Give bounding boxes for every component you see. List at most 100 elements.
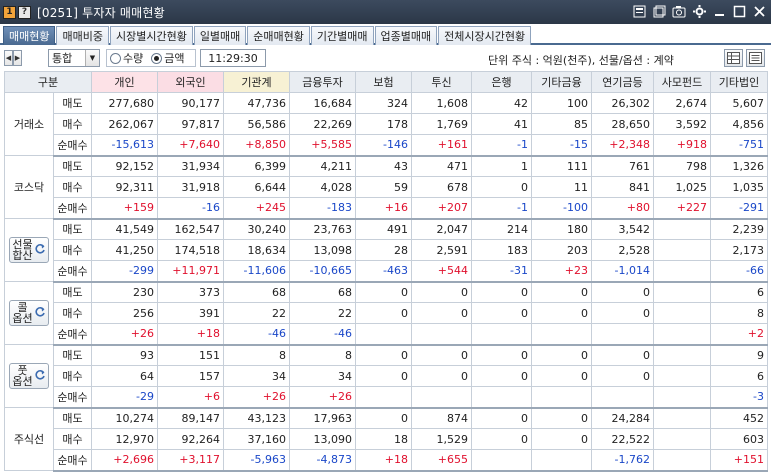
- tab-1[interactable]: 매매현황: [3, 26, 56, 45]
- toolbar: ◀ ▶ 통합 ▼ 수량 금액 11:29:30 단위 주식 : 억원(천주), …: [0, 45, 771, 71]
- market-label[interactable]: 선물 합산: [4, 218, 54, 282]
- market-button[interactable]: 풋 옵션: [9, 363, 49, 389]
- chevron-down-icon[interactable]: ▼: [85, 50, 99, 66]
- market-button[interactable]: 콜 옵션: [9, 300, 49, 326]
- cell-value: -1,014: [591, 260, 654, 283]
- refresh-icon[interactable]: [33, 306, 46, 320]
- time-input[interactable]: 11:29:30: [200, 49, 266, 67]
- column-header[interactable]: 기타법인: [710, 71, 768, 93]
- next-arrow-icon[interactable]: ▶: [13, 50, 22, 66]
- cell-value: 92,311: [91, 176, 158, 198]
- market-label[interactable]: 풋 옵션: [4, 344, 54, 408]
- market-select-value: 통합: [52, 52, 73, 65]
- row-label: 순매수: [53, 197, 92, 220]
- cell-value: 0: [471, 365, 532, 387]
- radio-amount-label[interactable]: 금액: [164, 50, 184, 66]
- cell-value: [653, 260, 711, 283]
- help-icon[interactable]: ?: [18, 5, 31, 19]
- cell-value: 0: [355, 281, 412, 303]
- cell-value: 93: [91, 344, 158, 366]
- cell-value: [653, 428, 711, 450]
- column-header[interactable]: 개인: [91, 71, 158, 93]
- radio-qty-label[interactable]: 수량: [123, 50, 143, 66]
- cell-value: +2,348: [591, 134, 654, 157]
- cell-value: 1,035: [710, 176, 768, 198]
- table-header: 구분 개인 외국인 기관계 금융투자 보험 투신 은행 기타금융 연기금등 사모펀드 기타법인: [4, 71, 768, 93]
- camera-icon[interactable]: [671, 3, 687, 19]
- cell-value: 0: [471, 281, 532, 303]
- market-label: 코스닥: [4, 155, 54, 219]
- cell-value: 230: [91, 281, 158, 303]
- tab-8[interactable]: 전체시장시간현황: [438, 26, 532, 45]
- tab-2[interactable]: 매매비중: [56, 26, 109, 45]
- market-label[interactable]: 콜 옵션: [4, 281, 54, 345]
- tab-6[interactable]: 기간별매매: [310, 26, 374, 45]
- column-header[interactable]: 사모펀드: [653, 71, 711, 93]
- column-header[interactable]: 연기금등: [591, 71, 654, 93]
- tab-5[interactable]: 순매매현황: [247, 26, 310, 45]
- unit-radio-group: 수량 금액: [106, 49, 196, 67]
- cell-value: +6: [157, 386, 224, 409]
- market-select[interactable]: 통합 ▼: [48, 49, 100, 67]
- row-label: 매수: [53, 176, 92, 198]
- gear-icon[interactable]: [691, 3, 707, 19]
- cell-value: +80: [591, 197, 654, 220]
- minimize-icon[interactable]: [711, 3, 727, 19]
- row-label: 매수: [53, 302, 92, 324]
- cell-value: 24,284: [591, 407, 654, 429]
- cell-value: 97,817: [157, 113, 224, 135]
- cell-value: 0: [355, 344, 412, 366]
- tab-7[interactable]: 업종별매매: [374, 26, 438, 45]
- cell-value: 874: [411, 407, 472, 429]
- cell-value: +207: [411, 197, 472, 220]
- cell-value: 0: [471, 428, 532, 450]
- column-header[interactable]: 금융투자: [289, 71, 356, 93]
- column-header[interactable]: 기관계: [223, 71, 290, 93]
- column-header[interactable]: 보험: [355, 71, 412, 93]
- market-button[interactable]: 선물 합산: [9, 237, 49, 263]
- column-header[interactable]: 은행: [471, 71, 532, 93]
- cell-value: 2,173: [710, 239, 768, 261]
- cell-value: +161: [411, 134, 472, 157]
- table-row: 순매수 +2,696 +3,117 -5,963 -4,873 +18 +655 -1,762…: [5, 449, 768, 472]
- cell-value: 0: [531, 344, 592, 366]
- table-row: 순매수 -299 +11,971 -11,606 -10,665 -463 +544 -31 +…: [5, 260, 768, 283]
- cell-value: 111: [531, 155, 592, 177]
- close-icon[interactable]: [751, 3, 767, 19]
- column-header[interactable]: 외국인: [157, 71, 224, 93]
- refresh-icon[interactable]: [33, 369, 46, 383]
- grid-view-icon[interactable]: [724, 49, 743, 67]
- list-view-icon[interactable]: [746, 49, 765, 67]
- cell-value: 89,147: [157, 407, 224, 429]
- cell-value: 4,211: [289, 155, 356, 177]
- cell-value: 10,274: [91, 407, 158, 429]
- maximize-icon[interactable]: [731, 3, 747, 19]
- cell-value: 8: [289, 344, 356, 366]
- cell-value: 0: [355, 407, 412, 429]
- prev-arrow-icon[interactable]: ◀: [4, 50, 13, 66]
- column-header[interactable]: 투신: [411, 71, 472, 93]
- badge-one-icon[interactable]: 1: [3, 5, 16, 19]
- cell-value: 841: [591, 176, 654, 198]
- row-label: 매수: [53, 365, 92, 387]
- window-b-icon[interactable]: [651, 3, 667, 19]
- cell-value: [591, 386, 654, 409]
- radio-amount[interactable]: [151, 52, 163, 64]
- cell-value: 0: [591, 365, 654, 387]
- table-row: 순매수 +159 -16 +245 -183 +16 +207 -1 -100 +80 +227 -2…: [5, 197, 768, 220]
- table-row: 매수 92,311 31,918 6,644 4,028 59 678 0 11 841 1,025…: [5, 176, 768, 198]
- cell-value: 1,326: [710, 155, 768, 177]
- tab-bar: 매매현황 매매비중 시장별시간현황 일별매매 순매매현황 기간별매매 업종별매매 전체시장시간…: [0, 24, 771, 45]
- tab-4[interactable]: 일별매매: [193, 26, 247, 45]
- table-row: 매수 12,970 92,264 37,160 13,090 18 1,529 0 0 22,52…: [5, 428, 768, 450]
- radio-qty[interactable]: [110, 52, 121, 64]
- cell-value: 2,239: [710, 218, 768, 240]
- cell-value: +2: [710, 323, 768, 346]
- cell-value: [653, 218, 711, 240]
- tab-3[interactable]: 시장별시간현황: [109, 26, 193, 45]
- refresh-icon[interactable]: [33, 243, 46, 257]
- cell-value: 17,963: [289, 407, 356, 429]
- window-a-icon[interactable]: [631, 3, 647, 19]
- row-label: 순매수: [53, 260, 92, 283]
- column-header[interactable]: 기타금융: [531, 71, 592, 93]
